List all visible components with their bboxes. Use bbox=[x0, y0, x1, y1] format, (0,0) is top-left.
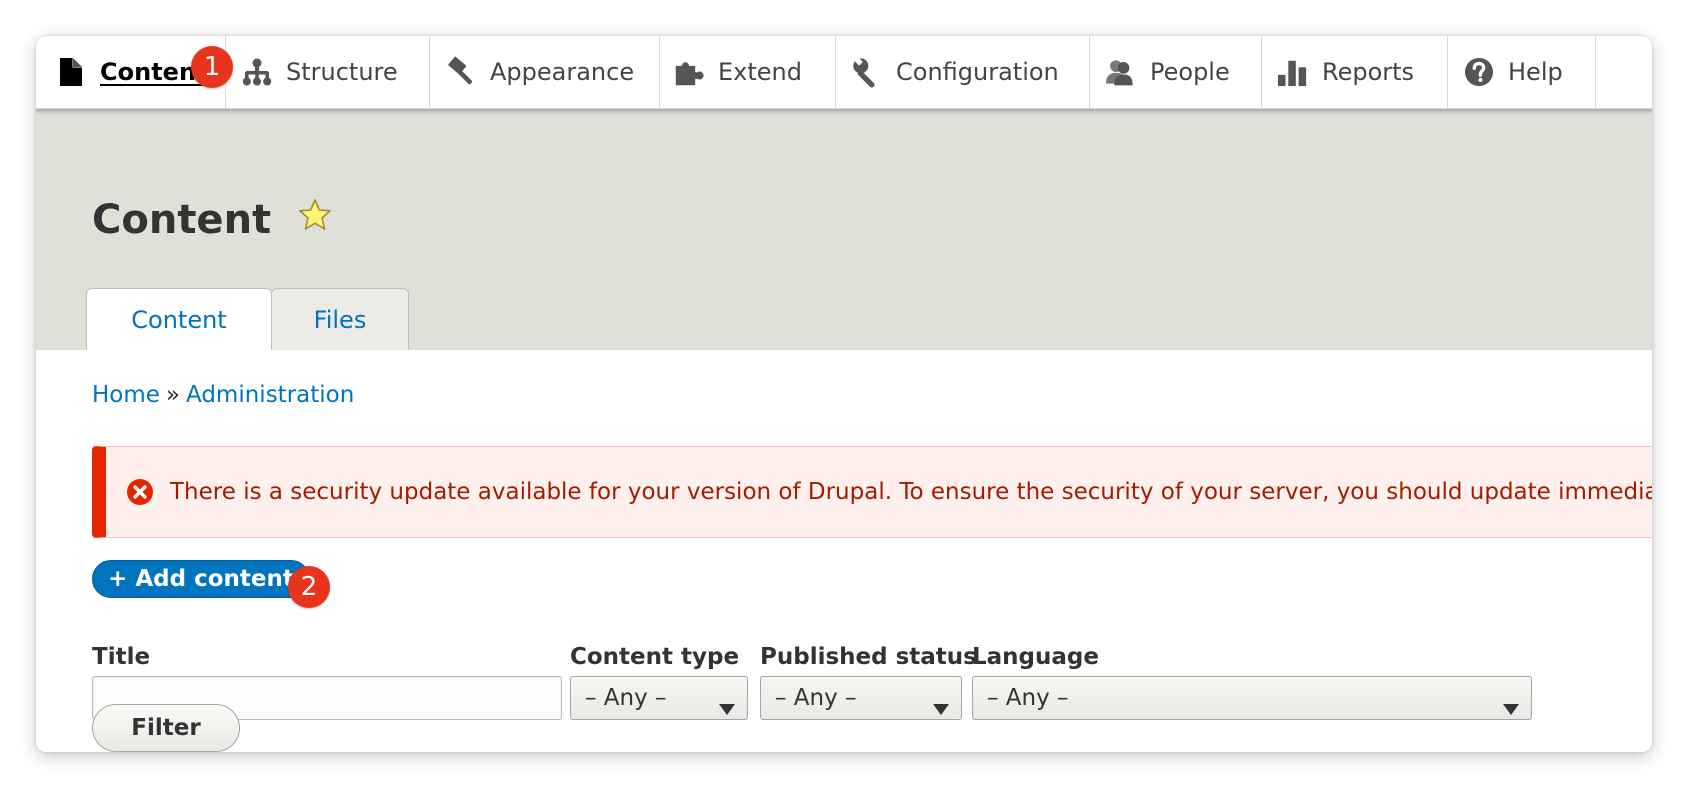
toolbar-item-people[interactable]: People bbox=[1090, 36, 1262, 108]
published-status-value: – Any – bbox=[775, 685, 857, 711]
page-title: Content bbox=[92, 197, 272, 243]
toolbar-label-extend: Extend bbox=[718, 58, 802, 86]
chevron-down-icon bbox=[933, 695, 949, 721]
sitemap-icon bbox=[242, 55, 272, 89]
toolbar-item-structure[interactable]: Structure bbox=[226, 36, 430, 108]
browser-window: Content Structure Appearance Extend Conf… bbox=[36, 36, 1652, 752]
puzzle-icon bbox=[674, 55, 704, 89]
toolbar-item-help[interactable]: Help bbox=[1448, 36, 1596, 108]
toolbar-item-extend[interactable]: Extend bbox=[660, 36, 836, 108]
chevron-down-icon bbox=[1503, 695, 1519, 721]
add-content-button[interactable]: + Add content bbox=[92, 560, 310, 598]
chevron-down-icon bbox=[719, 695, 735, 721]
page-tabs: Content Files bbox=[86, 288, 409, 350]
admin-toolbar: Content Structure Appearance Extend Conf… bbox=[36, 36, 1652, 109]
filter-button[interactable]: Filter bbox=[92, 704, 240, 752]
toolbar-label-structure: Structure bbox=[286, 58, 398, 86]
toolbar-label-reports: Reports bbox=[1322, 58, 1415, 86]
page-header: Content Content Files bbox=[36, 108, 1652, 350]
star-icon[interactable] bbox=[298, 198, 332, 236]
language-select[interactable]: – Any – bbox=[972, 676, 1532, 720]
published-status-select[interactable]: – Any – bbox=[760, 676, 962, 720]
paintbrush-icon bbox=[446, 55, 476, 89]
published-status-label: Published status bbox=[760, 644, 977, 670]
step-marker-2: 2 bbox=[288, 566, 330, 608]
document-icon bbox=[56, 55, 86, 89]
wrench-icon bbox=[852, 55, 882, 89]
content-type-label: Content type bbox=[570, 644, 740, 670]
error-icon bbox=[126, 478, 154, 506]
content-type-select[interactable]: – Any – bbox=[570, 676, 748, 720]
toolbar-label-people: People bbox=[1150, 58, 1230, 86]
step-marker-1: 1 bbox=[191, 46, 233, 88]
toolbar-item-reports[interactable]: Reports bbox=[1262, 36, 1448, 108]
breadcrumb: Home» Administration bbox=[92, 382, 354, 408]
breadcrumb-administration-link[interactable]: Administration bbox=[186, 382, 354, 408]
language-label: Language bbox=[972, 644, 1099, 670]
language-value: – Any – bbox=[987, 685, 1069, 711]
tab-content[interactable]: Content bbox=[86, 288, 272, 350]
people-icon bbox=[1106, 55, 1136, 89]
toolbar-label-configuration: Configuration bbox=[896, 58, 1059, 86]
breadcrumb-separator: » bbox=[165, 382, 180, 408]
breadcrumb-home-link[interactable]: Home bbox=[92, 382, 160, 408]
title-filter-label: Title bbox=[92, 644, 151, 670]
help-icon bbox=[1464, 55, 1494, 89]
alert-message: There is a security update available for… bbox=[170, 479, 1652, 505]
bar-chart-icon bbox=[1278, 55, 1308, 89]
toolbar-label-appearance: Appearance bbox=[490, 58, 635, 86]
tab-files[interactable]: Files bbox=[271, 288, 409, 350]
content-type-value: – Any – bbox=[585, 685, 667, 711]
toolbar-item-configuration[interactable]: Configuration bbox=[836, 36, 1090, 108]
toolbar-label-help: Help bbox=[1508, 58, 1563, 86]
security-alert: There is a security update available for… bbox=[92, 446, 1652, 538]
toolbar-item-appearance[interactable]: Appearance bbox=[430, 36, 660, 108]
